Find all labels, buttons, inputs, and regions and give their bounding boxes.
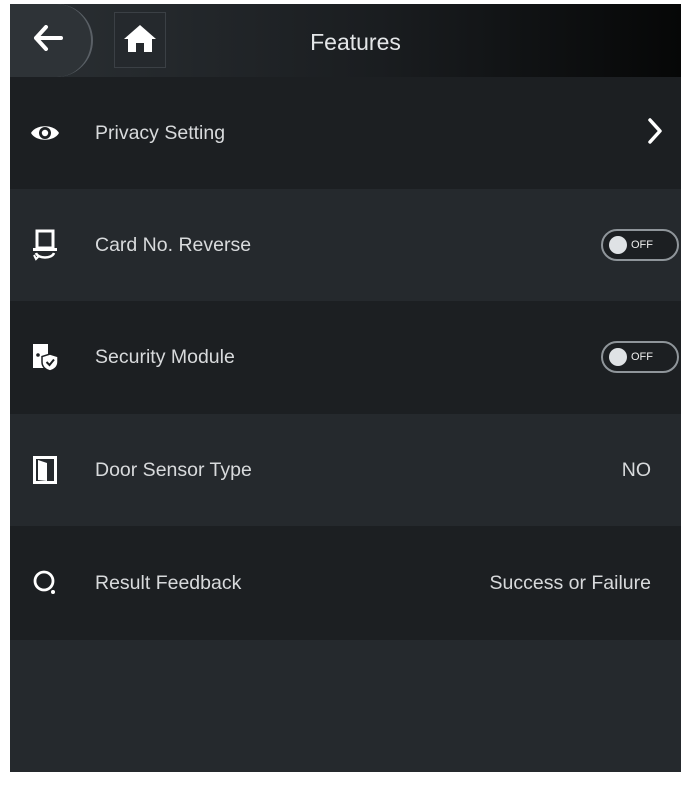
page-title: Features — [310, 29, 401, 55]
door-sensor-type-label: Door Sensor Type — [95, 459, 252, 481]
security-module-icon — [28, 340, 62, 374]
header-bar: Features — [10, 4, 681, 77]
row-result-feedback[interactable]: Result Feedback Success or Failure — [10, 527, 681, 639]
chevron-right-icon[interactable] — [647, 117, 663, 150]
result-feedback-value: Success or Failure — [489, 572, 651, 594]
toggle-state-text: OFF — [631, 239, 653, 251]
security-module-label: Security Module — [95, 346, 235, 368]
row-door-sensor-type[interactable]: Door Sensor Type NO — [10, 414, 681, 526]
door-sensor-type-value: NO — [621, 459, 651, 481]
result-feedback-label: Result Feedback — [95, 572, 242, 594]
toggle-state-text: OFF — [631, 351, 653, 363]
security-module-toggle[interactable]: OFF — [601, 341, 679, 373]
empty-area — [10, 640, 681, 772]
toggle-knob — [609, 348, 627, 366]
row-card-no-reverse[interactable]: Card No. Reverse OFF — [10, 189, 681, 301]
row-security-module[interactable]: Security Module OFF — [10, 301, 681, 413]
eye-icon — [28, 116, 62, 150]
card-no-reverse-label: Card No. Reverse — [95, 234, 252, 256]
door-icon — [28, 453, 62, 487]
row-privacy-setting[interactable]: Privacy Setting — [10, 77, 681, 189]
card-reverse-icon — [28, 228, 62, 262]
privacy-setting-label: Privacy Setting — [95, 122, 226, 144]
card-no-reverse-toggle[interactable]: OFF — [601, 229, 679, 261]
feedback-icon — [28, 566, 62, 600]
device-screen: Features Privacy Setting Card No. Revers… — [10, 4, 681, 772]
toggle-knob — [609, 236, 627, 254]
